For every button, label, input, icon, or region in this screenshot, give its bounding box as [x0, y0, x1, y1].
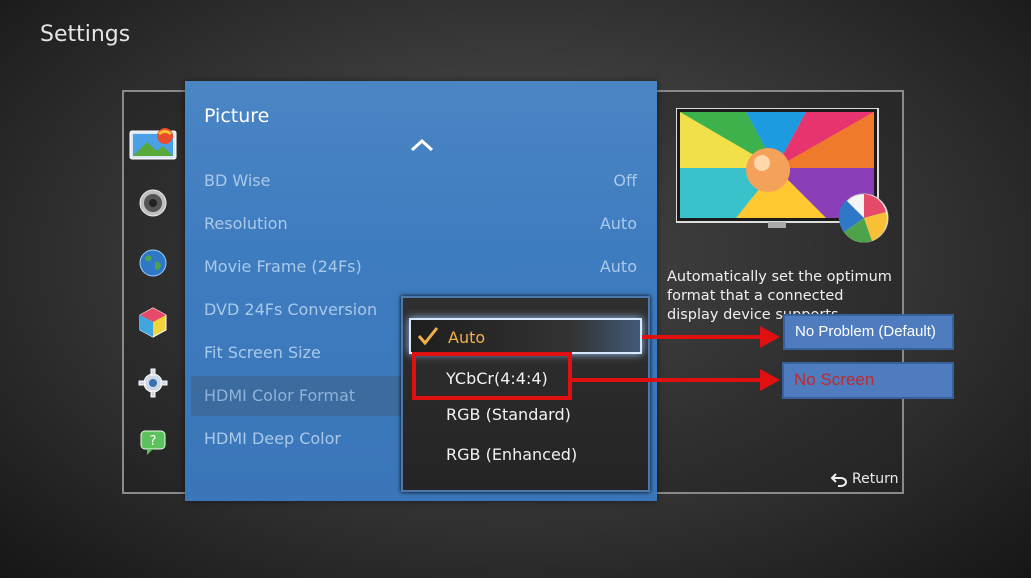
- callout-no-screen: No Screen: [782, 362, 954, 399]
- callout-default: No Problem (Default): [783, 314, 954, 350]
- annotation-arrows: [572, 326, 780, 391]
